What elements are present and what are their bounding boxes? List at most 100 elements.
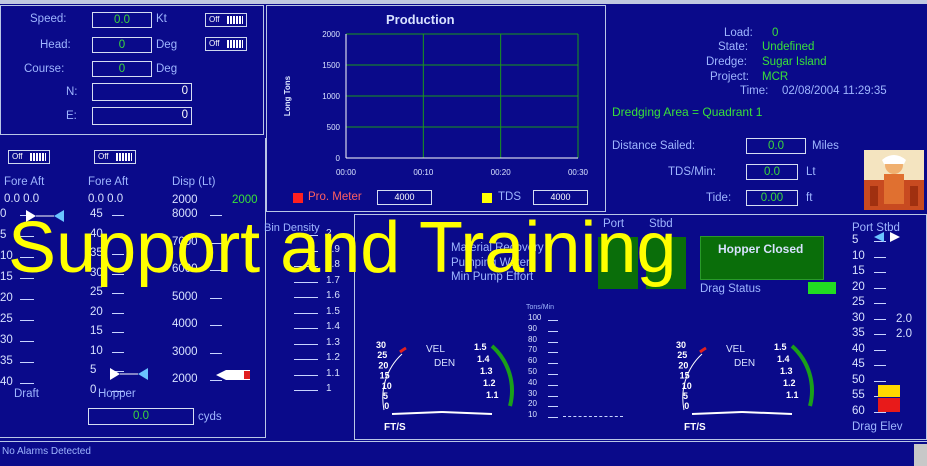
bin-density-scale-label: 1.7: [326, 274, 340, 286]
hopper-scale-label: 15: [90, 325, 103, 337]
chart-x-tick-label: 00:10: [413, 168, 434, 177]
drag-elev-label: Drag Elev: [852, 421, 903, 433]
drag-elev-scale-label: 25: [852, 296, 865, 308]
hopper-closed-label: Hopper Closed: [718, 242, 804, 256]
tds-field[interactable]: 4000: [533, 190, 588, 205]
east-field[interactable]: 0: [92, 107, 192, 125]
hopper-scale-tick: [112, 273, 124, 275]
head-field[interactable]: 0: [92, 37, 152, 53]
bin-density-scale-tick: [294, 312, 318, 314]
den-tick-label: 1.5: [774, 342, 787, 352]
vel-redline: [399, 346, 407, 354]
bin-density-scale-tick: [294, 374, 318, 376]
disp-indicator-icon: [216, 370, 250, 380]
hopper-toggle[interactable]: Off: [94, 150, 136, 164]
den-tick-label: 1.4: [477, 354, 490, 364]
vel-tick-label: 5: [683, 391, 688, 401]
tons-min-scale-label: 60: [528, 356, 537, 366]
draft-scale-label: 30: [0, 334, 13, 346]
disp-scale-tick: [210, 325, 222, 326]
draft-scale-label: 5: [0, 229, 7, 241]
speed-field[interactable]: 0.0: [92, 12, 152, 28]
hopper-fore-aft-values: 0.0 0.0: [88, 193, 124, 205]
dredging-area-text: Dredging Area = Quadrant 1: [612, 105, 763, 119]
speed-toggle[interactable]: Off: [205, 13, 247, 27]
draft-scale-label: 40: [0, 376, 13, 388]
disp-scale-tick: [210, 242, 222, 244]
drag-elev-bar-yellow: [878, 385, 900, 397]
drag-elev-scale-label: 60: [852, 404, 865, 417]
alarm-status-text: No Alarms Detected: [2, 446, 91, 457]
distance-unit: Miles: [812, 140, 839, 152]
drag-elev-scale-label: 45: [852, 358, 865, 370]
state-value: Undefined: [762, 41, 815, 53]
tons-min-scale-label: 40: [528, 377, 537, 387]
den-needle: [441, 411, 493, 415]
drag-elev-bar-red: [878, 398, 900, 412]
course-field[interactable]: 0: [92, 61, 152, 77]
tds-min-field[interactable]: 0.0: [746, 164, 798, 180]
draft-scale-label: 25: [0, 313, 13, 325]
drag-elev-scale-tick: [874, 349, 886, 351]
disp-scale-tick: [210, 215, 222, 216]
port-status-lights: [598, 237, 638, 289]
north-field[interactable]: 0: [92, 83, 192, 101]
bin-density-scale-label: 1: [326, 383, 332, 394]
bin-density-scale-label: 1.1: [326, 367, 340, 379]
elev-value-port: 2.0: [896, 313, 912, 325]
tds-swatch: [482, 193, 492, 203]
dredge-value: Sugar Island: [762, 56, 827, 68]
disp-scale-tick: [210, 352, 222, 354]
bin-density-scale-tick: [294, 266, 318, 267]
disp-scale-label: 4000: [172, 318, 198, 330]
window-top-edge: [0, 0, 927, 4]
pro-meter-swatch: [293, 193, 303, 203]
bin-density-scale-tick: [294, 250, 318, 252]
draft-toggle[interactable]: Off: [8, 150, 50, 164]
tons-min-scale-label: 100: [528, 313, 542, 322]
den-needle: [741, 411, 793, 415]
vel-tick-label: 30: [676, 340, 686, 350]
bin-density-scale-tick: [294, 235, 318, 236]
cyds-field[interactable]: 0.0: [88, 408, 194, 425]
bin-density-scale-tick: [294, 328, 318, 329]
vel-tick-label: 25: [677, 350, 687, 360]
bin-density-scale-tick: [294, 281, 318, 283]
chart-x-tick-label: 00:20: [491, 168, 512, 177]
hopper-scale-label: 45: [90, 208, 103, 220]
drag-elev-scale-label: 55: [852, 389, 865, 401]
state-label: State:: [718, 41, 749, 53]
disp-scale-tick: [210, 270, 222, 271]
stbd-label: Stbd: [649, 218, 673, 230]
vel-tick-label: 20: [378, 360, 388, 370]
speed-label: Speed:: [30, 13, 67, 25]
disp-value-a: 2000: [172, 194, 198, 206]
pro-meter-field[interactable]: 4000: [377, 190, 432, 205]
scroll-button[interactable]: [914, 444, 927, 466]
hopper-scale-label: 35: [90, 247, 103, 259]
vel-tick-label: 10: [682, 381, 692, 391]
hopper-scale-tick: [112, 215, 124, 216]
drag-elev-scale-label: 15: [852, 265, 865, 277]
disp-scale-label: 3000: [172, 345, 198, 358]
hopper-scale-label: 25: [90, 286, 103, 298]
disp-scale-label: 7000: [172, 235, 198, 248]
distance-sailed-field[interactable]: 0.0: [746, 138, 806, 154]
cyds-unit: cyds: [198, 411, 222, 423]
vel-tick-label: 25: [377, 350, 387, 360]
vel-redline: [699, 346, 707, 354]
tide-field[interactable]: 0.00: [746, 190, 798, 206]
hopper-scale-tick: [112, 332, 124, 333]
dredge-logo-icon: [864, 150, 924, 210]
drag-status-label: Drag Status: [700, 283, 761, 295]
tons-min-scale-label: 80: [528, 334, 537, 344]
bin-density-scale-label: 1.2: [326, 352, 340, 363]
hopper-label: Hopper: [98, 388, 136, 400]
head-toggle[interactable]: Off: [205, 37, 247, 51]
tons-min-scale-tick: [548, 330, 558, 332]
hopper-scale-label: 20: [90, 305, 103, 318]
disp-value-b: 2000: [232, 194, 258, 206]
drag-elev-scale-label: 5: [852, 234, 859, 246]
draft-fore-aft-values: 0.0 0.0: [4, 193, 40, 205]
vel-tick-label: 20: [678, 360, 688, 370]
